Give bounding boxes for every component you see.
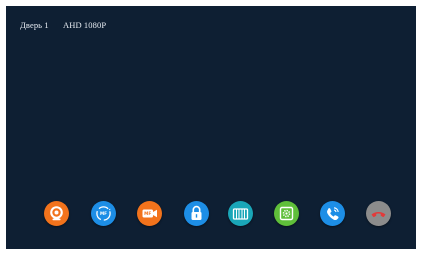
gate-icon: [232, 208, 249, 220]
hang-up-icon: [371, 211, 386, 218]
video-record-button[interactable]: MF: [137, 201, 162, 226]
settings-icon: [279, 206, 294, 221]
video-screen: Дверь 1 AHD 1080P MF MF: [6, 6, 416, 249]
video-record-icon: MF: [142, 209, 157, 218]
video-record-label: MF: [144, 211, 151, 216]
call-answer-icon: [327, 207, 339, 221]
status-bar: Дверь 1 AHD 1080P: [20, 20, 106, 30]
manual-record-button[interactable]: MF: [91, 201, 116, 226]
hang-up-button[interactable]: [366, 201, 391, 226]
gate-button[interactable]: [228, 201, 253, 226]
manual-record-icon: MF: [96, 206, 111, 221]
camera-icon: [50, 206, 63, 221]
unlock-button[interactable]: [184, 201, 209, 226]
unlock-icon: [191, 205, 202, 220]
settings-button[interactable]: [274, 201, 299, 226]
channel-label: Дверь 1: [20, 20, 49, 30]
manual-record-label: MF: [100, 211, 107, 216]
control-toolbar: MF MF: [6, 201, 416, 229]
camera-button[interactable]: [44, 201, 69, 226]
resolution-label: AHD 1080P: [62, 20, 107, 30]
call-answer-button[interactable]: [320, 201, 345, 226]
